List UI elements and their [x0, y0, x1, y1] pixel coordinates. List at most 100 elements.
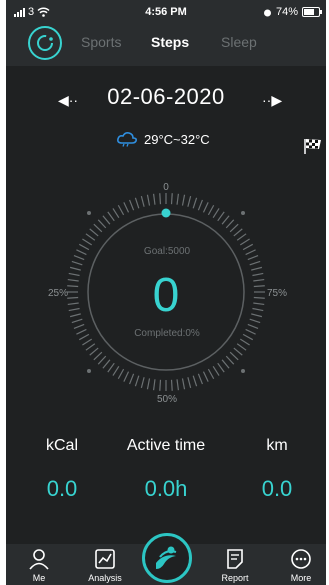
dial-tick [78, 243, 90, 251]
dial-tick [247, 323, 259, 330]
dial-tick [252, 307, 264, 312]
dial-tick [229, 223, 239, 233]
weather: 29°C~32°C [116, 131, 210, 147]
header: 3 4:56 PM 74% Sports Steps Sleep [6, 0, 326, 66]
dial-label-top: 0 [163, 182, 169, 193]
battery-icon [302, 7, 322, 17]
active-time-value: 0.0h [144, 476, 188, 501]
nav-label-me: Me [32, 573, 46, 583]
dial-tick [73, 254, 85, 261]
dial-tick [93, 223, 103, 233]
status-right: 74% [263, 6, 322, 18]
dial-tick [217, 362, 225, 373]
dial-tick [146, 194, 151, 206]
dial-tick [107, 211, 115, 222]
dial-tick [242, 243, 254, 251]
nav-item-more[interactable]: More [276, 548, 326, 583]
chart-icon [95, 549, 115, 569]
dial-tick [97, 355, 107, 365]
dot-top-left [87, 211, 91, 215]
dial-tick [245, 249, 256, 256]
nav-item-analysis[interactable]: Analysis [80, 548, 130, 583]
dial-tick [217, 211, 225, 222]
dial-tick [134, 197, 140, 209]
dial-tick [212, 208, 220, 219]
dial-tick [128, 199, 135, 211]
dial-tick [69, 266, 81, 271]
dial-tick [181, 378, 186, 390]
dial-tick [221, 215, 230, 225]
dial-tick [252, 272, 264, 277]
dial-tick [192, 375, 198, 387]
dial-tick [221, 359, 230, 369]
dial-tick [76, 328, 87, 335]
dial-tick [253, 278, 265, 282]
dial-tick [146, 378, 151, 390]
dial-tick [170, 379, 173, 391]
dial-tick [67, 302, 79, 306]
dial-tick [236, 343, 247, 351]
tab-sports[interactable]: Sports [81, 34, 121, 50]
dial-tick [67, 296, 79, 299]
goal-label: Goal:5000 [144, 246, 191, 257]
dial-tick [71, 260, 83, 266]
step-progress-dial: 0 25% 75% 50% Goal:5000 0 Completed:0% [48, 182, 287, 405]
dial-tick [107, 362, 115, 373]
dial-tick [233, 228, 243, 237]
checkered-flag-icon[interactable] [303, 137, 323, 155]
dial-label-bottom: 50% [157, 394, 177, 405]
dial-tick [176, 193, 180, 205]
progress-marker [161, 208, 171, 218]
tab-bar: Sports Steps Sleep [6, 34, 326, 54]
dial-tick [202, 371, 209, 382]
dial-tick [159, 379, 162, 391]
dial-tick [253, 296, 265, 299]
dial-tick [247, 254, 259, 261]
dial-tick [253, 302, 265, 306]
tab-sleep[interactable]: Sleep [221, 34, 257, 50]
alarm-icon [263, 9, 271, 16]
tab-steps[interactable]: Steps [151, 34, 189, 50]
dial-tick [249, 260, 261, 266]
dial-tick [112, 208, 120, 219]
dial-tick [102, 359, 111, 369]
nav-item-report[interactable]: Report [210, 548, 260, 583]
app-screen: 3 4:56 PM 74% Sports Steps Sleep ◀·· 02-… [6, 0, 326, 585]
dot-top-right [241, 211, 245, 215]
dial-tick [140, 377, 145, 389]
dial-tick [73, 323, 85, 330]
more-icon [291, 549, 311, 569]
nav-item-me[interactable]: Me [14, 548, 64, 583]
nav-label-more: More [290, 573, 312, 583]
dial-tick [117, 368, 125, 380]
dial-tick [197, 373, 204, 385]
dial-tick [233, 347, 243, 356]
dial-tick [225, 355, 235, 365]
kcal-label: kCal [45, 437, 78, 454]
dial-tick [239, 338, 250, 346]
dial-tick [93, 351, 103, 361]
center-action-button[interactable] [142, 533, 192, 583]
dial-tick [71, 318, 83, 324]
dial-tick [102, 215, 111, 225]
dial-tick [82, 338, 93, 346]
kcal-value: 0.0 [46, 476, 78, 501]
dial-tick [67, 278, 79, 282]
next-day-arrow-icon[interactable]: ··▶ [262, 92, 282, 109]
battery-percent: 74% [275, 6, 298, 18]
dial-tick [187, 195, 192, 207]
active-time-label: Active time [126, 437, 206, 454]
date-navigator: ◀·· 02-06-2020 ··▶ [6, 84, 326, 114]
dial-tick [123, 371, 130, 382]
dial-tick [202, 202, 209, 213]
nav-label-analysis: Analysis [88, 573, 122, 583]
dial-tick [159, 193, 162, 205]
dial-tick [68, 272, 80, 277]
dial-tick [197, 199, 204, 211]
dial-tick [68, 307, 80, 312]
temperature-range: 29°C~32°C [144, 131, 210, 147]
dial-tick [85, 233, 96, 241]
dial-tick [242, 333, 254, 341]
dial-tick [170, 193, 173, 205]
dial-tick [152, 379, 156, 391]
